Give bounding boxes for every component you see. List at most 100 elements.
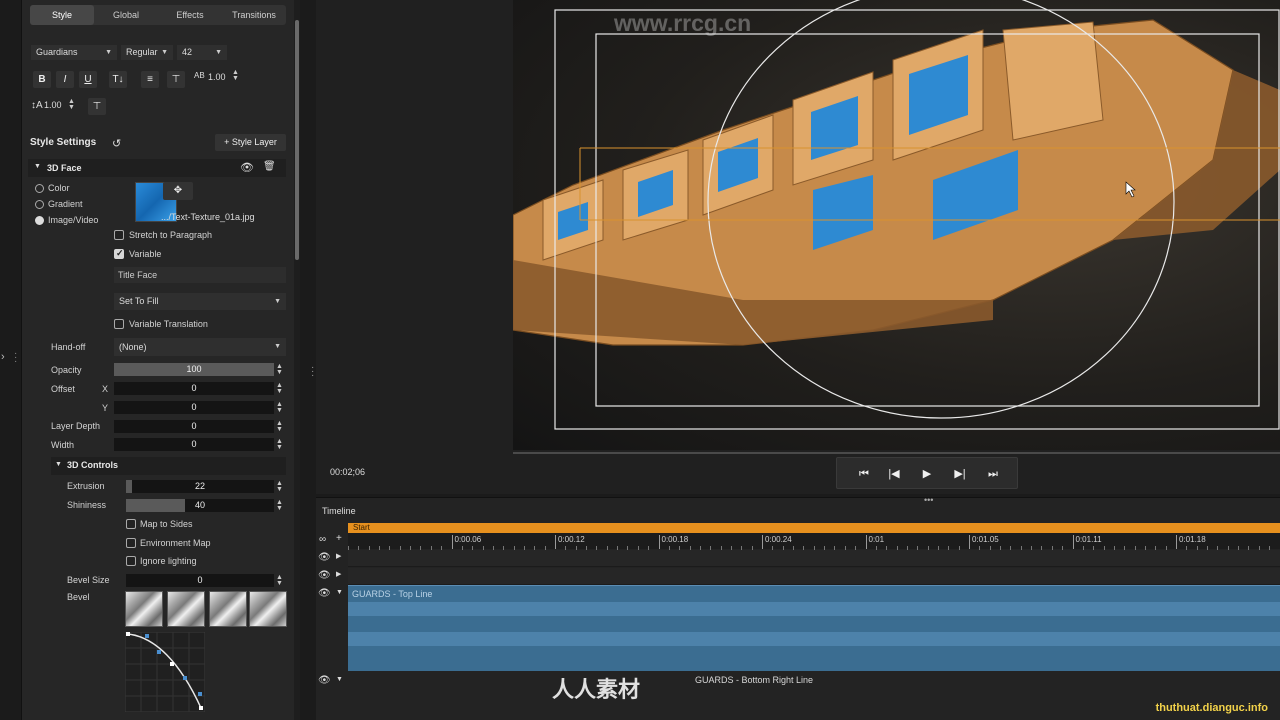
move-texture-icon[interactable]: ✥ — [163, 182, 193, 200]
bevel-preset-1[interactable] — [125, 591, 163, 627]
trash-icon[interactable]: 🗑 — [263, 161, 276, 172]
render-canvas[interactable] — [513, 0, 1280, 450]
tab-global[interactable]: Global — [94, 5, 158, 25]
skip-to-end-icon[interactable]: ⏭ — [983, 465, 1003, 483]
bevel-preset-3[interactable] — [209, 591, 247, 627]
leading-icon: ↕A — [31, 100, 43, 111]
bevel-size-input[interactable]: 0 — [126, 574, 274, 587]
tracking-icon: AB — [194, 71, 205, 80]
underline-button[interactable]: U — [79, 71, 97, 88]
fill-image-radio[interactable] — [35, 216, 44, 225]
reset-icon[interactable]: ↺ — [112, 137, 121, 150]
add-style-layer-button[interactable]: + Style Layer — [215, 134, 286, 151]
shininess-slider[interactable]: 40 — [126, 499, 274, 512]
width-value: 0 — [191, 439, 197, 449]
timeline-resize-grip[interactable]: ••• — [924, 495, 933, 505]
map-sides-checkbox[interactable] — [126, 519, 136, 529]
visibility-eye-icon[interactable]: 👁 — [318, 675, 331, 686]
layer-depth-stepper-icon[interactable]: ▲ ▼ — [276, 420, 283, 433]
visibility-eye-icon[interactable]: 👁 — [318, 570, 331, 581]
left-collapse-strip: › · · · — [0, 0, 22, 720]
width-stepper-icon[interactable]: ▲ ▼ — [276, 438, 283, 451]
track-row-2[interactable] — [348, 568, 1280, 585]
shininess-stepper-icon[interactable]: ▲ ▼ — [276, 499, 283, 512]
bevel-curve-editor[interactable] — [125, 632, 205, 712]
tab-effects[interactable]: Effects — [158, 5, 222, 25]
chevron-down-icon: ▼ — [161, 49, 168, 56]
align-icon[interactable]: ≡ — [141, 71, 159, 88]
tab-style[interactable]: Style — [30, 5, 94, 25]
expand-arrow-icon[interactable]: ▶ — [336, 552, 341, 560]
viewer-scrub-line[interactable] — [513, 452, 1280, 454]
visibility-eye-icon[interactable]: 👁 — [318, 588, 331, 599]
env-map-label: Environment Map — [140, 538, 211, 548]
step-forward-icon[interactable]: ▶| — [950, 465, 970, 483]
handoff-select[interactable]: (None) ▼ — [114, 338, 286, 356]
play-icon[interactable]: ▶ — [917, 465, 937, 483]
fill-color-label: Color — [48, 183, 70, 193]
offset-y-stepper-icon[interactable]: ▲ ▼ — [276, 401, 283, 414]
tracking-value[interactable]: 1.00 — [208, 72, 226, 82]
scrollbar-thumb[interactable] — [295, 20, 299, 260]
shininess-label: Shininess — [67, 500, 107, 510]
leading-value[interactable]: 1.00 — [44, 100, 62, 110]
layer-depth-value: 0 — [191, 421, 197, 431]
tab-transitions[interactable]: Transitions — [222, 5, 286, 25]
fill-gradient-radio[interactable] — [35, 200, 44, 209]
tracking-stepper-icon[interactable]: ▲ ▼ — [232, 69, 239, 82]
chevron-down-icon: ▼ — [105, 49, 112, 56]
variable-checkbox[interactable] — [114, 248, 124, 259]
offset-x-stepper-icon[interactable]: ▲ ▼ — [276, 382, 283, 395]
extrusion-stepper-icon[interactable]: ▲ ▼ — [276, 480, 283, 493]
leading-stepper-icon[interactable]: ▲ ▼ — [68, 98, 75, 111]
fill-color-radio[interactable] — [35, 184, 44, 193]
visibility-eye-icon[interactable]: 👁 — [318, 552, 331, 563]
skip-to-start-icon[interactable]: ⏮ — [854, 465, 874, 483]
offset-x-input[interactable]: 0 — [114, 382, 274, 395]
drag-handle-icon[interactable]: · · · — [14, 349, 17, 367]
bevel-preset-2[interactable] — [167, 591, 205, 627]
width-input[interactable]: 0 — [114, 438, 274, 451]
step-back-icon[interactable]: |◀ — [884, 465, 904, 483]
collapse-triangle-icon[interactable]: ▼ — [55, 461, 62, 468]
font-family-select[interactable]: Guardians ▼ — [31, 45, 117, 60]
ignore-lighting-checkbox[interactable] — [126, 556, 136, 566]
extrusion-slider[interactable]: 22 — [126, 480, 274, 493]
env-map-checkbox[interactable] — [126, 538, 136, 548]
variable-name-input[interactable]: Title Face — [114, 267, 286, 283]
variable-translation-checkbox[interactable] — [114, 319, 124, 329]
collapse-triangle-icon[interactable]: ▼ — [336, 676, 343, 683]
track-row-1[interactable] — [348, 550, 1280, 567]
text-case-icon[interactable]: T↓ — [109, 71, 127, 88]
visibility-eye-icon[interactable]: 👁 — [240, 161, 254, 174]
panel-divider[interactable] — [300, 0, 316, 720]
font-size-select[interactable]: 42 ▼ — [177, 45, 227, 60]
timeline-start-bar[interactable]: Start — [348, 523, 1280, 533]
bevel-size-stepper-icon[interactable]: ▲ ▼ — [276, 574, 283, 587]
clip-top-line[interactable]: GUARDS - Top Line — [348, 585, 1280, 671]
bevel-preset-4[interactable] — [249, 591, 287, 627]
3d-controls-title: 3D Controls — [67, 460, 119, 470]
font-family-value: Guardians — [36, 47, 78, 57]
fill-mode-select[interactable]: Set To Fill ▼ — [114, 293, 286, 310]
offset-y-input[interactable]: 0 — [114, 401, 274, 414]
layer-depth-input[interactable]: 0 — [114, 420, 274, 433]
expand-arrow-icon[interactable]: › — [1, 351, 5, 363]
bold-button[interactable]: B — [33, 71, 51, 88]
drag-handle-icon[interactable]: · · · — [311, 363, 314, 381]
collapse-triangle-icon[interactable]: ▼ — [34, 163, 41, 170]
italic-button[interactable]: I — [56, 71, 74, 88]
layer-depth-label: Layer Depth — [51, 421, 101, 431]
link-icon[interactable]: ∞ — [319, 534, 326, 545]
opacity-slider[interactable]: 100 — [114, 363, 274, 376]
stretch-checkbox[interactable] — [114, 230, 124, 240]
collapse-triangle-icon[interactable]: ▼ — [336, 589, 343, 596]
add-track-icon[interactable]: + — [336, 533, 342, 544]
expand-arrow-icon[interactable]: ▶ — [336, 570, 341, 578]
font-weight-select[interactable]: Regular ▼ — [121, 45, 173, 60]
vertical-align-icon[interactable]: ⊤ — [167, 71, 185, 88]
stretch-label: Stretch to Paragraph — [129, 230, 213, 240]
opacity-stepper-icon[interactable]: ▲ ▼ — [276, 363, 283, 376]
text-box-icon[interactable]: ⊤ — [88, 98, 106, 115]
ruler-tick — [451, 535, 453, 549]
